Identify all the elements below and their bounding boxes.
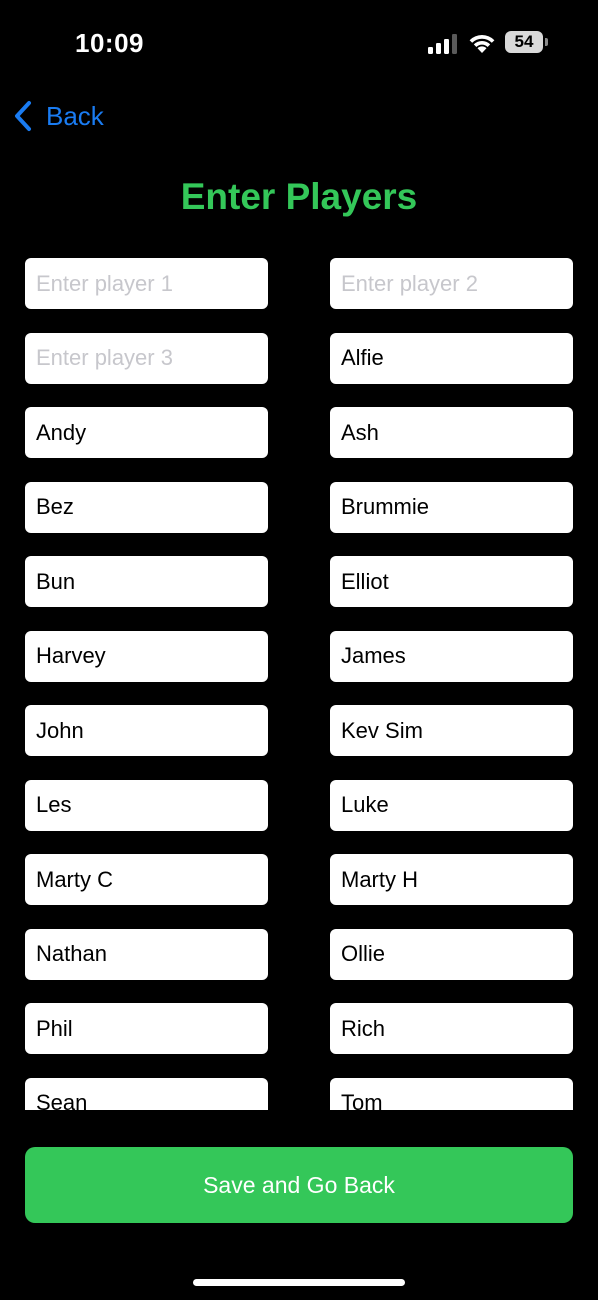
player-input-17[interactable] (25, 854, 268, 905)
player-input-4[interactable] (330, 332, 573, 384)
player-input-2[interactable] (330, 258, 573, 309)
player-input-23[interactable] (25, 1077, 268, 1110)
back-label: Back (46, 100, 104, 131)
status-bar: 10:09 54 (0, 0, 598, 90)
player-input-15[interactable] (25, 779, 268, 831)
battery-level: 54 (514, 32, 534, 51)
chevron-left-icon (15, 101, 31, 131)
player-input-9[interactable] (25, 556, 268, 607)
home-indicator (193, 1279, 405, 1286)
player-input-24[interactable] (330, 1077, 573, 1110)
player-input-19[interactable] (25, 928, 268, 980)
players-list[interactable] (0, 258, 598, 1110)
player-input-7[interactable] (25, 481, 268, 533)
back-button[interactable]: Back (12, 96, 104, 136)
status-time: 10:09 (75, 28, 144, 58)
player-input-6[interactable] (330, 407, 573, 458)
player-input-14[interactable] (330, 705, 573, 756)
player-input-22[interactable] (330, 1003, 573, 1054)
players-grid (25, 258, 573, 1110)
player-input-13[interactable] (25, 705, 268, 756)
player-input-8[interactable] (330, 481, 573, 533)
player-input-1[interactable] (25, 258, 268, 309)
player-input-11[interactable] (25, 630, 268, 682)
page-title: Enter Players (180, 176, 418, 217)
player-input-12[interactable] (330, 630, 573, 682)
player-input-3[interactable] (25, 332, 268, 384)
battery-icon: 54 (505, 31, 549, 55)
player-input-21[interactable] (25, 1003, 268, 1054)
wifi-icon (469, 35, 495, 53)
signal-icon (428, 34, 457, 54)
player-input-16[interactable] (330, 779, 573, 831)
player-input-10[interactable] (330, 556, 573, 607)
player-input-18[interactable] (330, 854, 573, 905)
player-input-5[interactable] (25, 407, 268, 458)
save-and-go-back-button[interactable]: Save and Go Back (25, 1147, 573, 1223)
player-input-20[interactable] (330, 928, 573, 980)
